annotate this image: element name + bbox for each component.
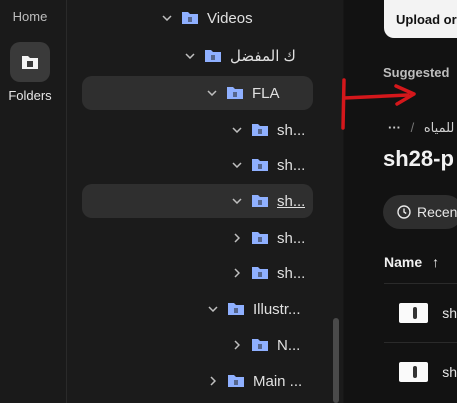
tree-scrollbar[interactable] (328, 0, 343, 403)
folder-icon (205, 50, 221, 62)
tree-item-label: FLA (252, 84, 280, 102)
folder-icon (252, 232, 268, 244)
tree-item-n[interactable]: N... (231, 328, 300, 362)
folder-icon (228, 375, 244, 387)
tree-item-label: Main ... (253, 372, 303, 390)
chevron-down-icon[interactable] (207, 303, 219, 315)
file-row[interactable]: sh (384, 342, 457, 401)
tree-item-videos[interactable]: Videos (161, 1, 253, 35)
tree-item-sh-4[interactable]: sh... (231, 221, 305, 255)
chevron-down-icon[interactable] (231, 195, 243, 207)
chevron-down-icon[interactable] (184, 50, 196, 62)
chevron-right-icon[interactable] (231, 339, 243, 351)
sort-up-icon: ↑ (432, 254, 440, 270)
folder-icon (227, 87, 243, 99)
scrollbar-thumb[interactable] (333, 318, 339, 403)
chevron-down-icon[interactable] (206, 87, 218, 99)
folders-nav-label: Folders (8, 88, 52, 103)
upload-banner[interactable]: Upload or (384, 0, 457, 38)
chevron-down-icon[interactable] (161, 12, 173, 24)
folder-icon (252, 195, 268, 207)
page-title: sh28-p (383, 146, 454, 171)
tree-item-label: sh... (277, 264, 306, 282)
name-column-header[interactable]: Name ↑ (384, 254, 439, 270)
chevron-right-icon[interactable] (231, 232, 243, 244)
tree-item-main[interactable]: Main ... (207, 364, 302, 398)
folder-tree: Videos ك المفضل FLA sh... sh... sh... sh… (67, 0, 328, 403)
chevron-down-icon[interactable] (231, 159, 243, 171)
chevron-right-icon[interactable] (207, 375, 219, 387)
clock-icon (397, 205, 411, 219)
folder-icon (228, 303, 244, 315)
folder-icon (252, 339, 268, 351)
column-label: Name (384, 254, 423, 270)
tree-item-label: Illustr... (253, 300, 301, 318)
file-thumbnail (399, 303, 429, 323)
tree-item-label: Videos (207, 9, 253, 27)
tree-item-label: N... (277, 336, 301, 354)
file-thumbnail (399, 362, 429, 382)
home-nav-label[interactable]: Home (0, 9, 60, 24)
folder-icon (182, 12, 198, 24)
tree-item-label: sh... (277, 192, 306, 210)
folder-icon (252, 124, 268, 136)
recent-filter-button[interactable]: Recen (383, 195, 457, 229)
file-name: sh (442, 305, 457, 321)
tree-item-sh-2[interactable]: sh... (231, 148, 305, 182)
tree-item-fla[interactable]: FLA (82, 76, 313, 110)
tree-item-favorites[interactable]: ك المفضل (184, 39, 296, 73)
left-rail: Home Folders (0, 0, 67, 403)
tree-item-label: sh... (277, 156, 306, 174)
file-row[interactable]: sh (384, 283, 457, 342)
folder-icon (252, 267, 268, 279)
tree-item-sh-5[interactable]: sh... (231, 256, 305, 290)
file-name: sh (442, 364, 457, 380)
recent-label: Recen (417, 204, 457, 220)
folders-nav-button[interactable] (10, 42, 50, 82)
chevron-down-icon[interactable] (231, 124, 243, 136)
tree-item-label: ك المفضل (230, 48, 296, 65)
folder-icon (252, 159, 268, 171)
tree-item-sh-3[interactable]: sh... (82, 184, 313, 218)
folder-icon (22, 56, 38, 69)
breadcrumb-item[interactable]: للمياه (424, 120, 454, 135)
tree-item-label: sh... (277, 229, 306, 247)
annotation-arrow (341, 78, 416, 130)
tree-item-illustrations[interactable]: Illustr... (207, 292, 301, 326)
tree-item-label: sh... (277, 121, 306, 139)
main-pane: Upload or Suggested ··· / للمياه sh28-p … (344, 0, 457, 403)
tree-item-sh-1[interactable]: sh... (231, 113, 305, 147)
chevron-right-icon[interactable] (231, 267, 243, 279)
